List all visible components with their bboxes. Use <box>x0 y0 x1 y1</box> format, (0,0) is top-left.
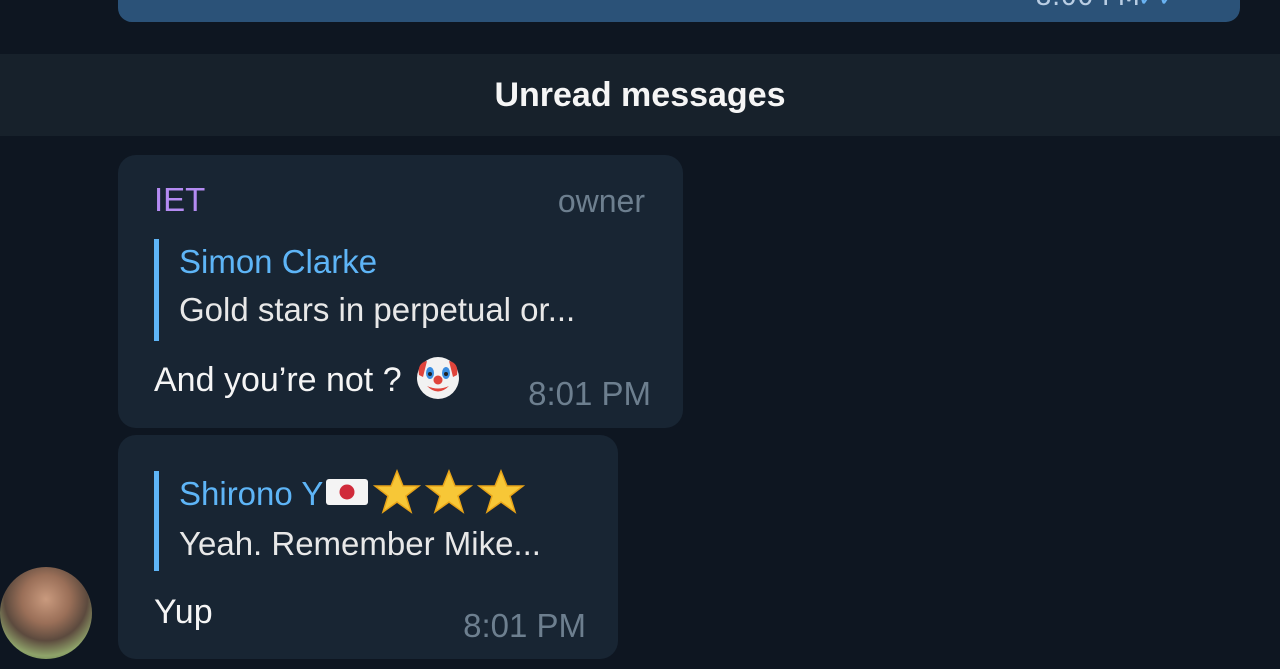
message-time: 8:01 PM <box>528 375 651 412</box>
message-time: 8:00 PM <box>1035 0 1140 12</box>
message-bubble[interactable]: Shirono Y Yeah. Remember Mike... Yup 8:0… <box>118 435 618 659</box>
clown-face-icon <box>417 357 460 399</box>
reply-author: Shirono Y <box>179 475 324 512</box>
user-avatar[interactable] <box>0 567 92 659</box>
previous-message-bubble[interactable]: 8:00 PM ✓✓ <box>118 0 1240 22</box>
reply-preview-text: Gold stars in perpetual or... <box>179 291 576 328</box>
star-icon <box>373 469 422 515</box>
message-time: 8:01 PM <box>463 607 586 644</box>
message-text-content: And you’re not ? <box>154 360 412 399</box>
message-bubble[interactable]: IET owner Simon Clarke Gold stars in per… <box>118 155 683 428</box>
reply-preview-text: Yeah. Remember Mike... <box>179 525 541 563</box>
message-text: Yup <box>154 593 213 631</box>
sender-name[interactable]: IET <box>154 181 205 219</box>
japan-flag-icon <box>326 479 369 506</box>
unread-label: Unread messages <box>494 75 786 114</box>
chat-view: 8:00 PM ✓✓ Unread messages IET owner Sim… <box>0 0 1280 669</box>
reply-quote[interactable]: Shirono Y Yeah. Remember Mike... <box>154 469 541 571</box>
star-icon <box>425 469 474 515</box>
reply-author-row: Shirono Y <box>179 469 541 519</box>
sender-role-badge: owner <box>557 183 645 219</box>
star-icon <box>477 469 526 515</box>
double-check-icon: ✓✓ <box>1138 0 1178 12</box>
reply-author: Simon Clarke <box>179 243 378 280</box>
unread-messages-separator: Unread messages <box>0 54 1280 136</box>
message-text: And you’re not ? <box>154 357 461 405</box>
reply-quote[interactable]: Simon Clarke Gold stars in perpetual or.… <box>154 239 575 341</box>
